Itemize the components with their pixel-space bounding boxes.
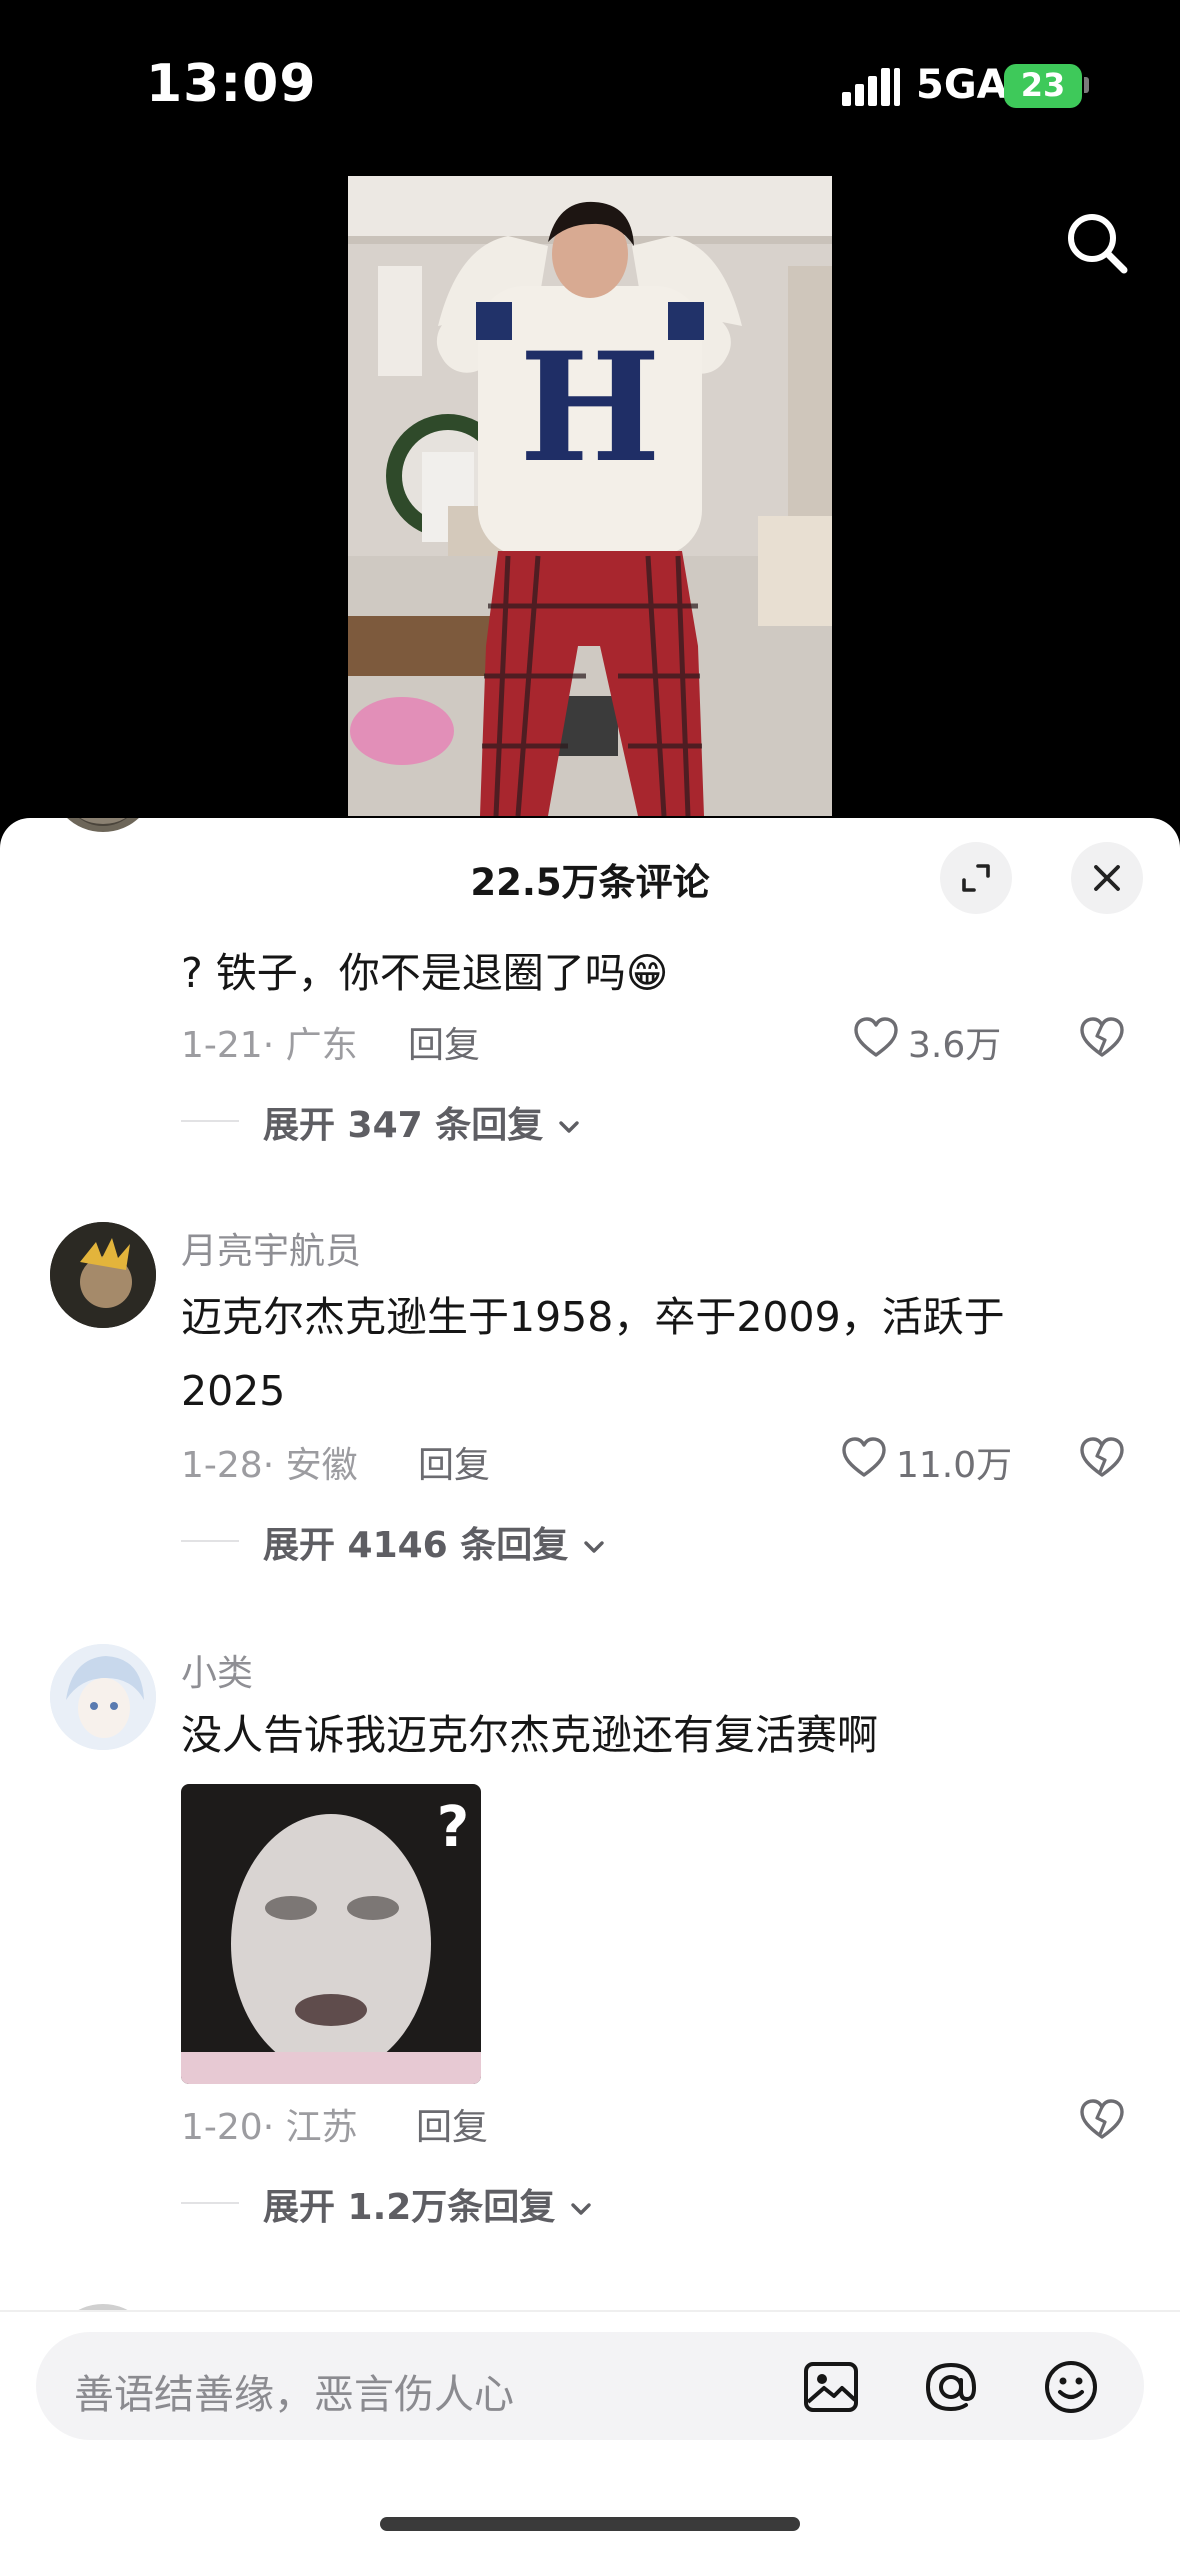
battery-level: 23 [1020, 66, 1066, 104]
like-button[interactable]: 3.6万 [852, 1014, 1001, 1066]
comment-text: 没人告诉我迈克尔杰克逊还有复活赛啊 [181, 1711, 878, 1759]
dislike-button[interactable] [1078, 1434, 1130, 1486]
at-icon [925, 2362, 977, 2412]
close-button[interactable] [1071, 842, 1143, 914]
home-indicator[interactable] [380, 2517, 800, 2531]
broken-heart-icon [1080, 1437, 1124, 1477]
reply-button[interactable]: 回复 [418, 1436, 490, 1488]
username[interactable]: 月亮宇航员 [181, 1222, 361, 1274]
username[interactable]: 小类 [181, 1644, 253, 1696]
video-player[interactable]: H [348, 176, 832, 816]
battery-icon: 23 [1004, 64, 1082, 108]
like-button[interactable]: 11.0万 [840, 1434, 1012, 1486]
expand-replies-label: 展开 1.2万条回复 [263, 2187, 556, 2228]
video-scene: H [348, 176, 832, 816]
battery-nub [1084, 77, 1089, 93]
avatar[interactable] [50, 818, 156, 832]
heart-icon [842, 1437, 886, 1477]
heart-icon [854, 1017, 898, 1057]
reply-button[interactable]: 回复 [416, 2098, 488, 2150]
expand-divider [181, 2202, 239, 2204]
chevron-down-icon [571, 2203, 591, 2215]
signal-icon [842, 66, 902, 106]
image-icon [804, 2362, 858, 2412]
like-count: 11.0万 [896, 1445, 1013, 1486]
expand-divider [181, 1120, 239, 1122]
comment-input[interactable]: 善语结善缘，恶言伤人心 [36, 2332, 1144, 2440]
close-icon [1094, 865, 1120, 891]
expand-divider [181, 1540, 239, 1542]
comment-sheet: 22.5万条评论 ? 铁子，你不是退圈了吗😁 1-21· 广东 回复 3.6万 [0, 818, 1180, 2556]
chevron-down-icon [559, 1121, 579, 1133]
expand-icon [962, 864, 990, 892]
sticker-image[interactable]: ? [181, 1784, 481, 2084]
sweater-letter: H [519, 320, 661, 496]
comment-meta: 1-20· 江苏 [181, 2107, 358, 2148]
expand-replies-label: 展开 4146 条回复 [263, 1525, 569, 1566]
like-count: 3.6万 [908, 1025, 1002, 1066]
broken-heart-icon [1080, 1017, 1124, 1057]
chevron-down-icon [584, 1541, 604, 1553]
image-button[interactable] [802, 2358, 860, 2416]
mention-button[interactable] [922, 2358, 980, 2416]
status-time: 13:09 [146, 54, 317, 114]
comment-input-placeholder: 善语结善缘，恶言伤人心 [74, 2372, 514, 2418]
search-button[interactable] [1058, 204, 1138, 284]
broken-heart-icon [1080, 2099, 1124, 2139]
comment-text: ? 铁子，你不是退圈了吗😁 [181, 949, 669, 997]
search-icon [1068, 214, 1128, 274]
comment-text: 迈克尔杰克逊生于1958，卒于2009，活跃于 2025 [181, 1293, 1005, 1415]
emoji-button[interactable] [1042, 2358, 1100, 2416]
status-bar: 13:09 5GA 23 [0, 0, 1180, 170]
network-label: 5GA [916, 62, 1008, 108]
dislike-button[interactable] [1078, 2096, 1130, 2148]
sticker-question-mark: ? [437, 1795, 469, 1860]
dislike-button[interactable] [1078, 1014, 1130, 1066]
expand-replies-label: 展开 347 条回复 [263, 1105, 544, 1146]
comment-meta: 1-28· 安徽 [181, 1445, 358, 1486]
avatar[interactable] [50, 1644, 156, 1750]
grin-emoji: 😁 [625, 949, 669, 997]
expand-button[interactable] [940, 842, 1012, 914]
emoji-icon [1045, 2361, 1097, 2413]
avatar[interactable] [50, 1222, 156, 1328]
reply-button[interactable]: 回复 [408, 1016, 480, 1068]
comment-meta: 1-21· 广东 [181, 1025, 358, 1066]
